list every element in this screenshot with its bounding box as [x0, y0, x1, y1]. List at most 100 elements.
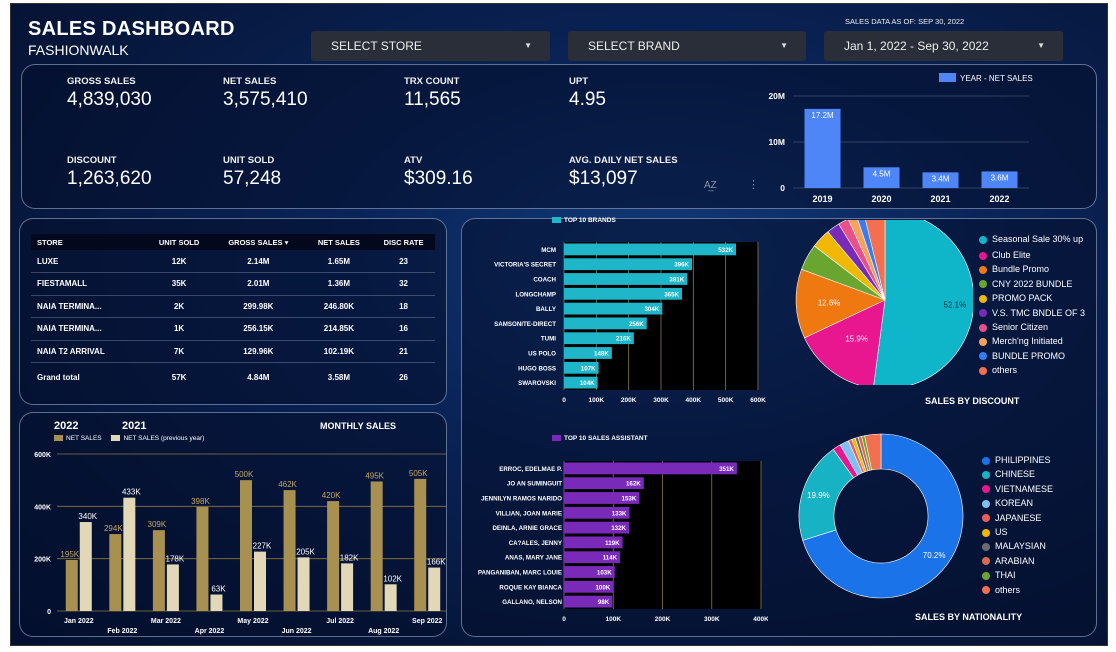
column-header-unit-sold[interactable]: UNIT SOLD [147, 234, 211, 250]
column-header-store[interactable]: STORE [31, 234, 148, 250]
data-label: 153K [622, 496, 637, 503]
data-label: 102K [383, 574, 402, 583]
kpi-value: 3,575,410 [223, 89, 308, 110]
legend-item[interactable]: JAPANESE [982, 511, 1053, 525]
x-tick-label: 200K [621, 397, 637, 404]
bar[interactable] [327, 501, 340, 611]
top-brands-chart: 0 100K 200K 300K 400K 500K 600K 532K MCM 396K VICT… [494, 242, 766, 404]
legend-label: US [995, 527, 1008, 538]
bar[interactable] [297, 557, 310, 611]
legend-item[interactable]: ARABIAN [982, 554, 1053, 568]
column-header-gross-sales[interactable]: GROSS SALES ▾ [210, 234, 306, 250]
legend-item[interactable]: US [982, 525, 1053, 539]
legend-item[interactable]: V.S. TMC BNDLE OF 3 [979, 306, 1091, 320]
x-tick-label: 100K [605, 616, 621, 623]
legend-swatch [979, 309, 987, 318]
data-label: 166K [427, 558, 446, 567]
date-range-picker[interactable]: Jan 1, 2022 - Sep 30, 2022 ▼ [824, 31, 1063, 61]
bar[interactable] [210, 594, 223, 611]
legend-item[interactable]: Bundle Promo [979, 262, 1091, 276]
legend-item[interactable]: CHINESE [982, 467, 1053, 481]
data-label: 98K [598, 599, 610, 606]
monthly-sales-chart: 0 200K 400K 600K 195K 340K Jan 2022 294K 433K Feb… [34, 452, 446, 635]
legend-item[interactable]: others [982, 583, 1053, 597]
category-label: HUGO BOSS [518, 365, 556, 372]
data-label: 304K [644, 306, 659, 313]
bar[interactable] [123, 497, 136, 611]
legend-item[interactable]: PROMO PACK [979, 291, 1091, 305]
bar[interactable] [564, 462, 737, 475]
legend-label: CHINESE [995, 469, 1036, 480]
bar[interactable] [370, 481, 383, 611]
column-header-net-sales[interactable]: NET SALES [305, 234, 373, 250]
bar[interactable] [341, 563, 354, 611]
legend-item[interactable]: Club Elite [979, 248, 1091, 262]
bar[interactable] [414, 478, 427, 611]
legend-label: JAPANESE [995, 512, 1042, 523]
x-tick-label: May 2022 [237, 618, 268, 625]
legend-label: THAI [995, 570, 1016, 581]
column-header-disc-rate[interactable]: DISC RATE [372, 234, 435, 250]
legend-label: MALAYSIAN [995, 541, 1046, 552]
sales-by-nationality-title: SALES BY NATIONALITY [915, 612, 1023, 622]
bar[interactable] [240, 480, 252, 611]
legend-item[interactable]: BUNDLE PROMO [979, 349, 1091, 363]
monthly-sales-title: MONTHLY SALES [320, 421, 397, 431]
column-header-label: GROSS SALES [228, 237, 283, 247]
table-cell: 57K [171, 373, 187, 383]
legend-item[interactable]: PHILIPPINES [982, 453, 1053, 467]
legend-item[interactable]: VIETNAMESE [982, 482, 1053, 496]
bar[interactable] [384, 584, 397, 611]
table-cell: 12K [147, 250, 211, 273]
data-label: 103K [597, 570, 612, 577]
x-tick-label: 500K [718, 397, 734, 404]
category-label: US POLO [528, 351, 556, 358]
data-label: 340K [78, 512, 97, 521]
bar[interactable] [804, 108, 841, 188]
bar[interactable] [166, 564, 179, 611]
legend-item[interactable]: MALAYSIAN [982, 539, 1053, 553]
table-total-row: Grand total 57K 4.84M 3.58M 26 [31, 363, 435, 393]
legend-item[interactable]: Senior Citizen [979, 320, 1091, 334]
bar[interactable] [254, 551, 266, 611]
sort-az-icon[interactable]: A͢Z [704, 180, 717, 191]
category-label: JO AN SUMINGUIT [507, 481, 562, 488]
x-tick-label: 200K [655, 616, 671, 623]
table-row[interactable]: FIESTAMALL 35K 2.01M 1.36M 32 [31, 272, 435, 296]
data-label: 381K [669, 277, 684, 284]
table-row[interactable]: NAIA TERMINA... 2K 299.98K 246.80K 18 [31, 295, 435, 318]
legend-item[interactable]: CNY 2022 BUNDLE [979, 277, 1091, 291]
bar[interactable] [283, 490, 296, 611]
bar[interactable] [65, 559, 78, 611]
data-label: 3.6M [991, 173, 1009, 182]
select-brand-dropdown[interactable]: SELECT BRAND ▼ [568, 31, 806, 61]
data-label: 256K [629, 321, 644, 328]
bar[interactable] [79, 522, 92, 611]
table-row[interactable]: LUXE 12K 2.14M 1.65M 23 [31, 250, 435, 273]
bar[interactable] [428, 567, 441, 611]
table-row[interactable]: NAIA TERMINA... 1K 256.15K 214.85K 16 [31, 317, 435, 341]
table-row[interactable]: NAIA T2 ARRIVAL 7K 129.96K 102.19K 21 [31, 340, 435, 363]
y-tick-label: 10M [768, 137, 785, 147]
bar[interactable] [196, 506, 209, 611]
bar[interactable] [564, 258, 693, 271]
legend-swatch [979, 251, 987, 260]
legend-label-net-sales-prev: NET SALES (previous year) [123, 435, 205, 442]
bar[interactable] [109, 534, 122, 611]
data-label: 309K [148, 520, 167, 529]
legend-item[interactable]: others [979, 363, 1091, 377]
chevron-down-icon: ▼ [524, 41, 532, 50]
sales-by-discount-title: SALES BY DISCOUNT [925, 396, 1020, 406]
table-cell: 1K [147, 317, 211, 341]
bar[interactable] [564, 243, 737, 256]
data-label: 365K [664, 291, 679, 298]
legend-item[interactable]: Seasonal Sale 30% up [979, 234, 1091, 245]
legend-item[interactable]: Merch'ng Initiated [979, 334, 1091, 348]
data-label: 227K [253, 542, 272, 551]
legend-item[interactable]: KOREAN [982, 496, 1053, 510]
legend-swatch [979, 366, 987, 375]
data-label: 148K [594, 351, 609, 358]
select-store-dropdown[interactable]: SELECT STORE ▼ [311, 31, 550, 61]
bar[interactable] [152, 530, 165, 611]
legend-item[interactable]: THAI [982, 568, 1053, 582]
